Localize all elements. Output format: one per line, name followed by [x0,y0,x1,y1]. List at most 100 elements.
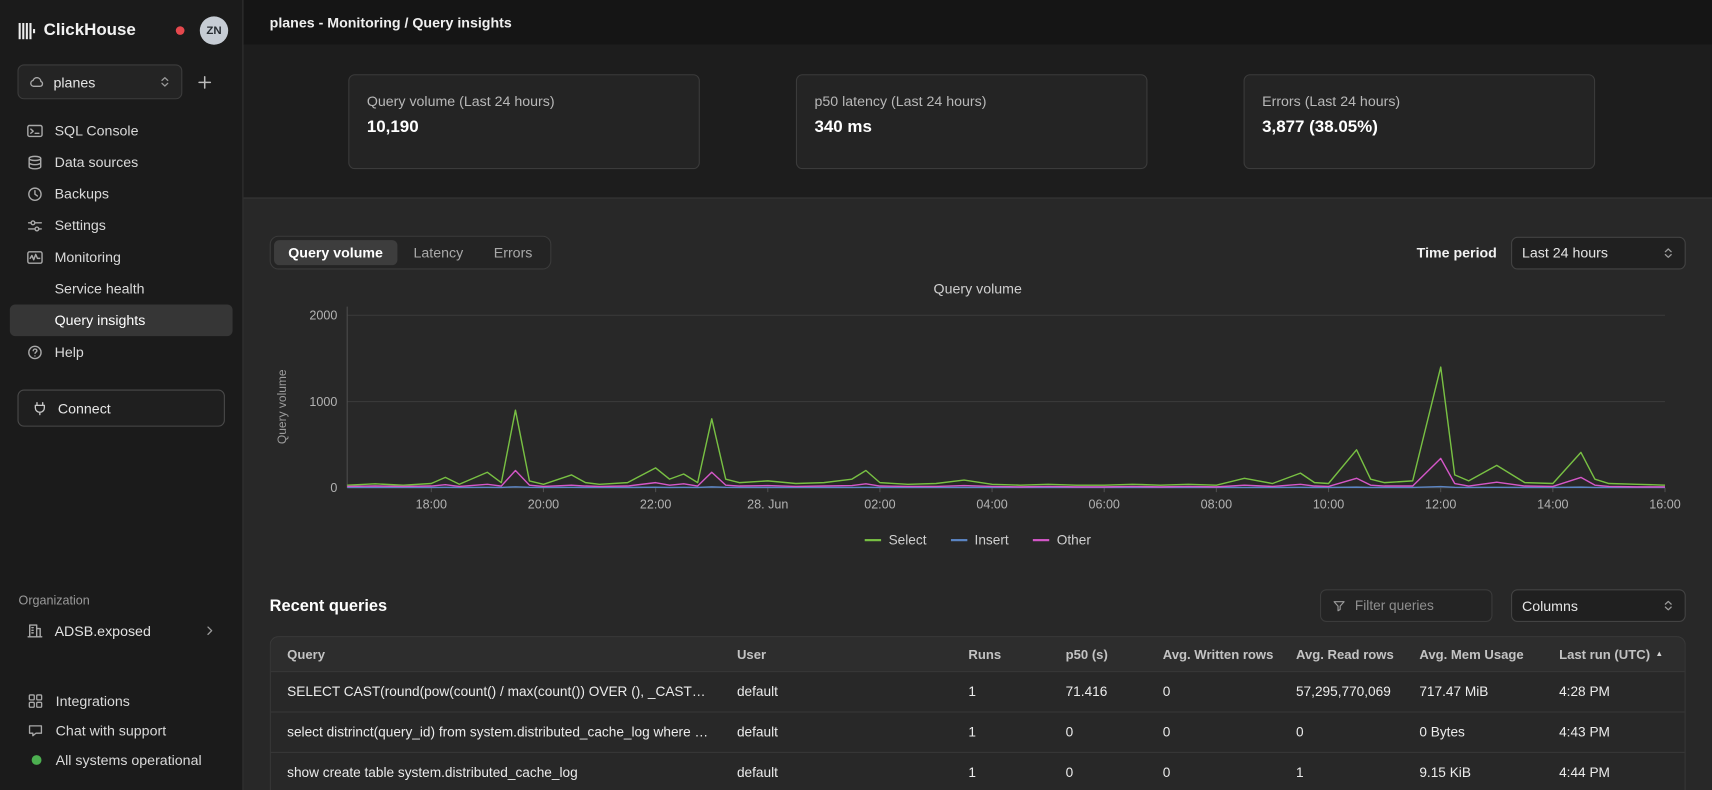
sidebar-item-integrations[interactable]: Integrations [0,686,242,715]
columns-select[interactable]: Columns [1511,589,1686,622]
topbar: planes - Monitoring / Query insights [243,0,1711,45]
stat-value: 10,190 [367,118,681,138]
sidebar-item-label: Help [55,344,84,360]
table-cell: 0 [1280,713,1403,752]
service-selector[interactable]: planes [17,64,182,99]
sidebar-item-help[interactable]: Help [10,336,233,368]
sidebar-item-label: SQL Console [55,122,139,138]
svg-text:04:00: 04:00 [976,498,1007,512]
stats-band: Query volume (Last 24 hours) 10,190 p50 … [243,45,1711,199]
footer-item-label: Chat with support [56,722,166,738]
column-header-user[interactable]: User [721,637,952,671]
table-cell: 4:28 PM [1543,672,1685,711]
building-icon [26,622,43,639]
svg-text:16:00: 16:00 [1649,498,1680,512]
main-area: planes - Monitoring / Query insights Que… [243,0,1711,790]
organization-item[interactable]: ADSB.exposed [10,614,233,647]
legend-item-select[interactable]: Select [865,530,927,550]
svg-text:2000: 2000 [309,309,337,323]
column-header-avg-mem-usage[interactable]: Avg. Mem Usage [1403,637,1543,671]
tab-latency[interactable]: Latency [399,240,477,265]
tab-errors[interactable]: Errors [480,240,547,265]
legend-item-insert[interactable]: Insert [951,530,1009,550]
table-row[interactable]: show create table system.distributed_cac… [271,752,1685,790]
sort-asc-icon: ▲ [1656,650,1664,658]
stat-label: p50 latency (Last 24 hours) [814,93,1128,109]
column-header-avg-read-rows[interactable]: Avg. Read rows [1280,637,1403,671]
legend-label: Select [889,533,927,548]
stat-label: Query volume (Last 24 hours) [367,93,681,109]
sidebar-spacer [0,427,242,595]
sidebar-item-label: Settings [55,217,106,233]
app-title: ClickHouse [44,21,136,41]
table-cell: 71.416 [1049,672,1146,711]
filter-queries-input[interactable] [1355,598,1481,613]
table-row[interactable]: select distrinct(query_id) from system.d… [271,711,1685,751]
sidebar-item-query-insights[interactable]: Query insights [10,304,233,336]
svg-text:12:00: 12:00 [1425,498,1456,512]
sidebar-item-sql-console[interactable]: SQL Console [10,115,233,147]
stat-card-errors: Errors (Last 24 hours) 3,877 (38.05%) [1244,74,1596,169]
legend-swatch [951,539,967,541]
time-period-select[interactable]: Last 24 hours [1511,236,1686,269]
table-cell: 0 [1049,753,1146,790]
table-cell: 4:44 PM [1543,753,1685,790]
logo-row: ClickHouse ZN [0,11,242,50]
chart-area: Query volume Query volume 01000200018:00… [270,280,1686,550]
filter-queries-box [1320,589,1493,622]
svg-text:06:00: 06:00 [1089,498,1120,512]
stat-card-p50-latency: p50 latency (Last 24 hours) 340 ms [796,74,1148,169]
service-row: planes [0,50,242,99]
table-cell: 57,295,770,069 [1280,672,1403,711]
system-status-item[interactable]: All systems operational [0,745,242,774]
recent-queries-table: QueryUserRunsp50 (s)Avg. Written rowsAvg… [270,636,1686,790]
breadcrumb: planes - Monitoring / Query insights [270,14,512,30]
sidebar-item-label: Service health [55,280,145,296]
tab-query-volume[interactable]: Query volume [274,240,397,265]
column-header-runs[interactable]: Runs [952,637,1049,671]
sliders-icon [26,217,43,234]
column-header-last-run-utc[interactable]: Last run (UTC)▲ [1543,637,1685,671]
legend-item-other[interactable]: Other [1033,530,1091,550]
connect-button[interactable]: Connect [17,390,224,427]
table-row[interactable]: SELECT CAST(round(pow(count() / max(coun… [271,671,1685,711]
add-service-button[interactable] [193,70,216,93]
column-header-avg-written-rows[interactable]: Avg. Written rows [1146,637,1279,671]
svg-text:10:00: 10:00 [1313,498,1344,512]
sidebar-item-label: Query insights [55,312,146,328]
query-cell: SELECT CAST(round(pow(count() / max(coun… [271,672,721,711]
organization-name: ADSB.exposed [55,623,151,639]
legend-label: Insert [975,533,1009,548]
grid-icon [27,693,44,709]
sidebar-item-chat-support[interactable]: Chat with support [0,716,242,745]
column-header-query[interactable]: Query [271,637,721,671]
svg-text:20:00: 20:00 [528,498,559,512]
sidebar-item-data-sources[interactable]: Data sources [10,146,233,178]
sidebar-item-settings[interactable]: Settings [10,210,233,242]
cloud-icon [28,74,44,90]
query-cell: show create table system.distributed_cac… [271,753,721,790]
table-cell: 0 [1146,753,1279,790]
column-header-p50-s[interactable]: p50 (s) [1049,637,1146,671]
table-controls: Columns [1320,589,1686,622]
sidebar-item-monitoring[interactable]: Monitoring [10,241,233,273]
table-cell: 717.47 MiB [1403,672,1543,711]
stat-card-query-volume: Query volume (Last 24 hours) 10,190 [348,74,700,169]
table-header-row: QueryUserRunsp50 (s)Avg. Written rowsAvg… [271,637,1685,671]
table-cell: default [721,713,952,752]
stat-value: 3,877 (38.05%) [1262,118,1576,138]
query-cell: select distrinct(query_id) from system.d… [271,713,721,752]
table-cell: 0 [1049,713,1146,752]
query-volume-chart: 01000200018:0020:0022:0028. Jun02:0004:0… [270,302,1686,516]
sidebar-item-service-health[interactable]: Service health [10,273,233,305]
sidebar-item-backups[interactable]: Backups [10,178,233,210]
table-cell: 4:43 PM [1543,713,1685,752]
table-cell: 9.15 KiB [1403,753,1543,790]
sidebar-item-label: Backups [55,186,109,202]
stat-value: 340 ms [814,118,1128,138]
avatar[interactable]: ZN [200,16,228,44]
table-cell: 1 [1280,753,1403,790]
app-root: ClickHouse ZN planes SQL Console [0,0,1712,790]
svg-text:02:00: 02:00 [864,498,895,512]
sidebar-nav: SQL Console Data sources Backups Setting… [0,115,242,368]
